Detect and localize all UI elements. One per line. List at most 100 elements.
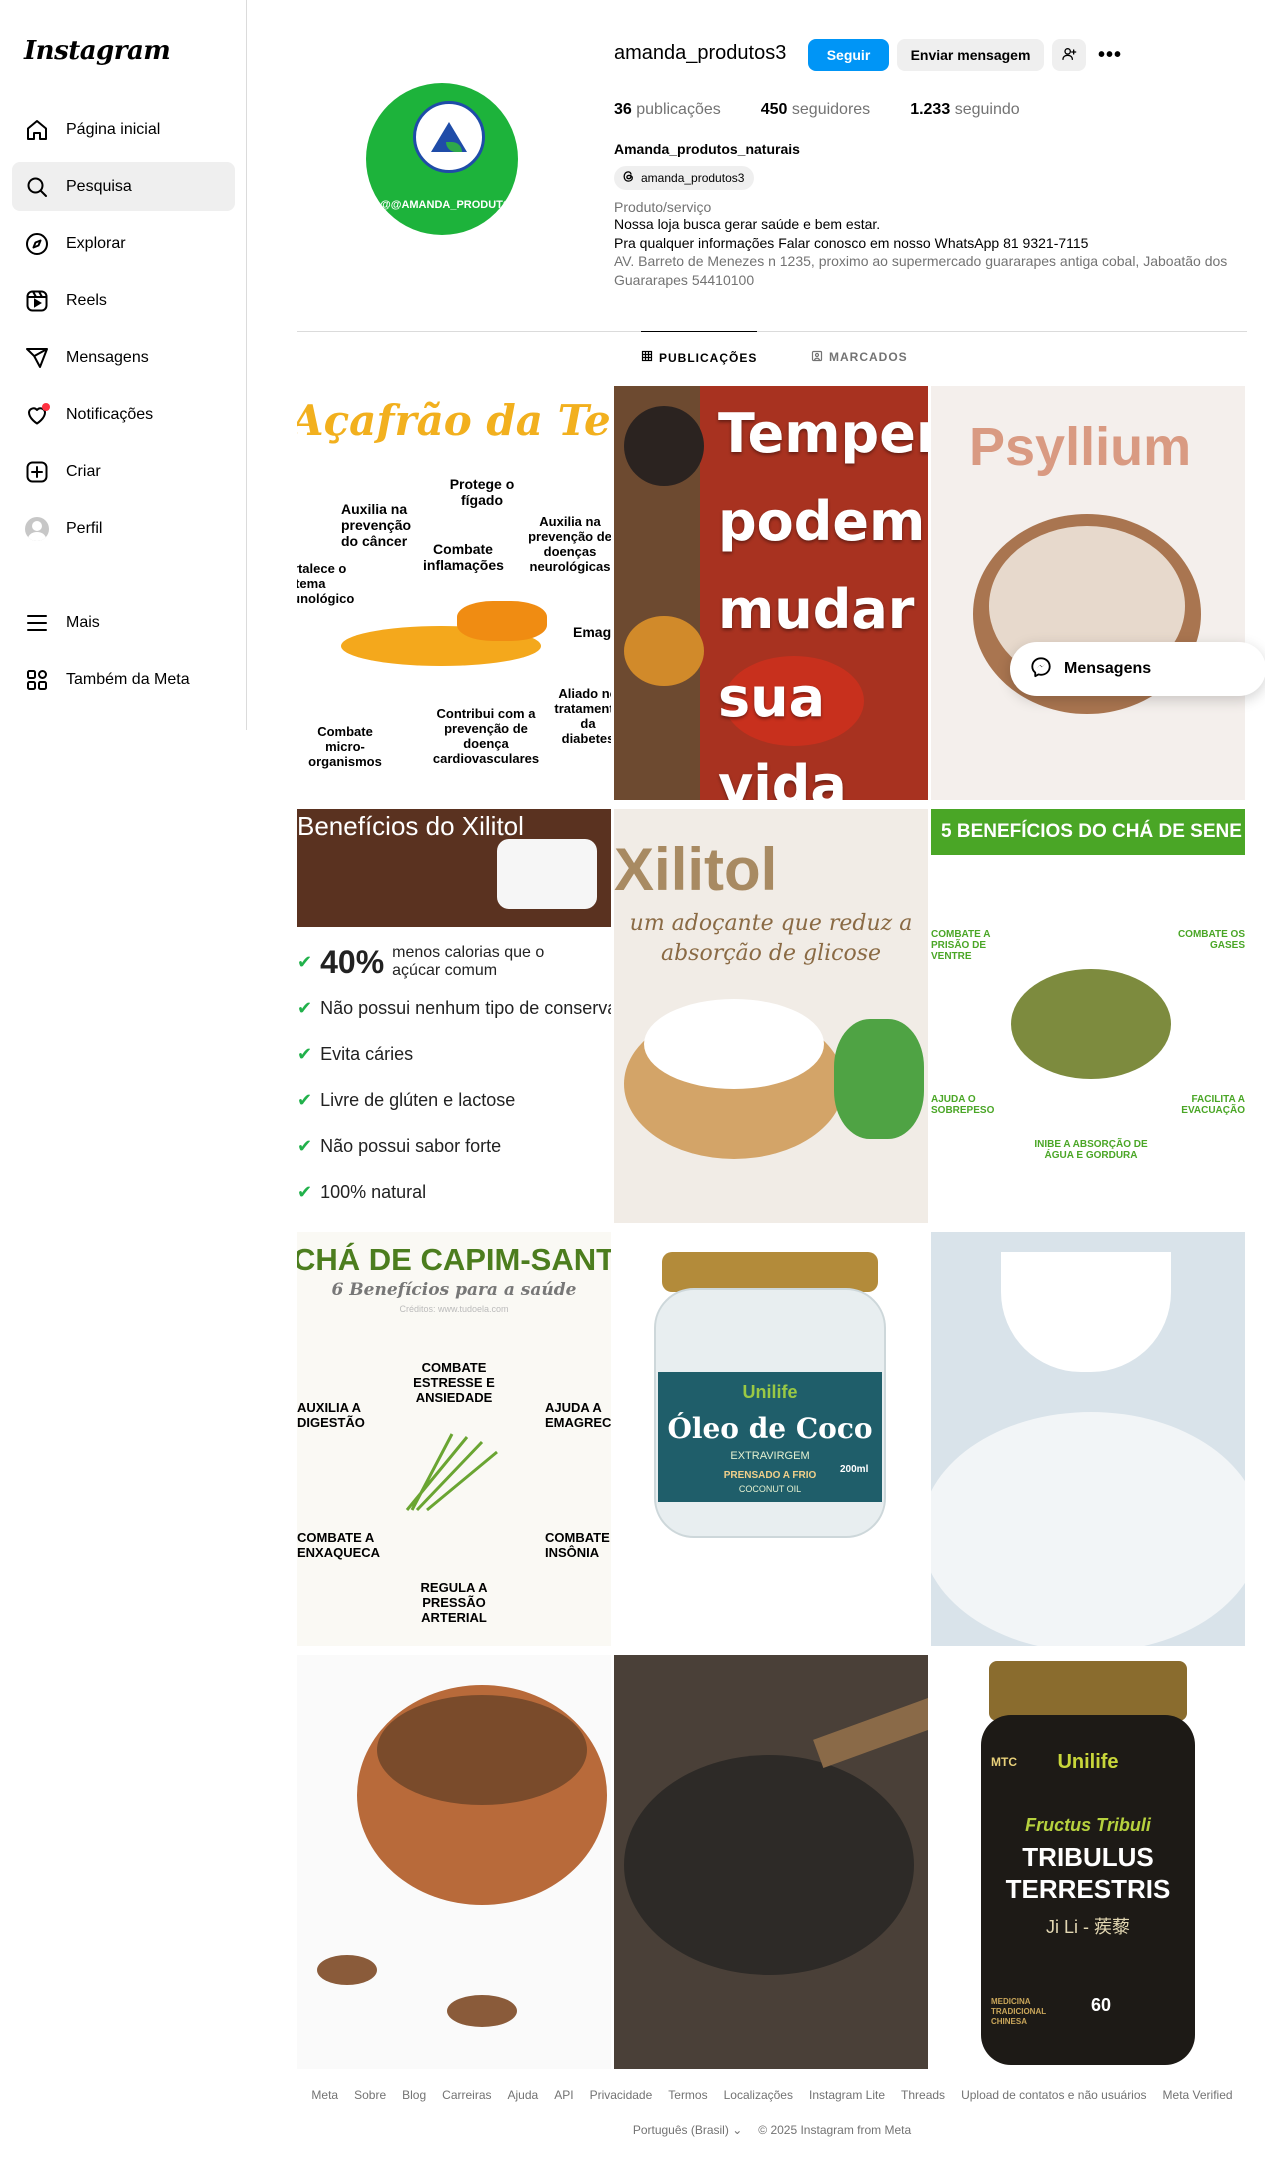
profile-bio-line: Nossa loja busca gerar saúde e bem estar…: [614, 216, 881, 232]
language-selector[interactable]: Português (Brasil) ⌄: [633, 2123, 742, 2137]
post-tile[interactable]: [297, 1655, 611, 2069]
post-title: Benefícios do Xilitol: [297, 811, 524, 841]
footer-link[interactable]: Threads: [901, 2088, 945, 2102]
profile-full-name: Amanda_produtos_naturais: [614, 141, 800, 157]
post-subtitle: 6 Benefícios para a saúde: [331, 1280, 577, 1300]
followers-stat[interactable]: 450 seguidores: [761, 101, 870, 119]
sidebar: Instagram Página inicial Pesquisa Explor…: [0, 0, 247, 730]
chia-seeds: [624, 1755, 914, 1975]
post-title: TRIBULUS TERRESTRIS: [1005, 1842, 1171, 1904]
sidebar-item-profile[interactable]: Perfil: [12, 504, 235, 553]
profile-address[interactable]: AV. Barreto de Menezes n 1235, proximo a…: [614, 252, 1234, 290]
post-tile[interactable]: [931, 1232, 1245, 1646]
footer-link[interactable]: Blog: [402, 2088, 426, 2102]
grid-icon: [641, 350, 653, 365]
sidebar-item-label: Mais: [66, 613, 100, 631]
tab-posts[interactable]: PUBLICAÇÕES: [641, 331, 758, 383]
footer-link[interactable]: API: [554, 2088, 573, 2102]
post-tile[interactable]: 5 BENEFÍCIOS DO CHÁ DE SENE COMBATE A PR…: [931, 809, 1245, 1223]
sidebar-item-search[interactable]: Pesquisa: [12, 162, 235, 211]
profile-bio-line: Pra qualquer informações Falar conosco e…: [614, 235, 1089, 251]
suggest-user-button[interactable]: [1052, 39, 1086, 71]
tab-tagged[interactable]: MARCADOS: [811, 331, 908, 383]
mint-leaves: [834, 1019, 924, 1139]
sidebar-item-home[interactable]: Página inicial: [12, 105, 235, 154]
post-tile[interactable]: Açafrão da Terra Auxilia na prevenção do…: [297, 386, 611, 800]
post-title: Psyllium: [969, 417, 1192, 477]
powder-pile: [931, 1412, 1245, 1646]
post-title: Xilitol: [614, 836, 778, 903]
footer-link[interactable]: Privacidade: [590, 2088, 653, 2102]
footer-link[interactable]: Meta Verified: [1163, 2088, 1233, 2102]
chevron-down-icon: ⌄: [732, 2123, 743, 2137]
footer-link[interactable]: Instagram Lite: [809, 2088, 885, 2102]
footer-link[interactable]: Carreiras: [442, 2088, 491, 2102]
sidebar-nav: Página inicial Pesquisa Explorar Reels M…: [12, 105, 235, 561]
sidebar-item-reels[interactable]: Reels: [12, 276, 235, 325]
profile-avatar[interactable]: @@AMANDA_PRODUTOS3: [366, 83, 518, 235]
sidebar-item-label: Notificações: [66, 405, 154, 423]
profile-category: Produto/serviço: [614, 199, 712, 215]
footer-links: Meta Sobre Blog Carreiras Ajuda API Priv…: [297, 2088, 1247, 2102]
sidebar-item-label: Também da Meta: [66, 670, 190, 688]
post-tile[interactable]: Xilitol um adoçante que reduz a absorção…: [614, 809, 928, 1223]
senna-leaves: [1011, 969, 1171, 1079]
plus-square-icon: [24, 459, 50, 485]
post-title: Temperos podem mudar sua vida para: [718, 402, 928, 800]
instagram-logo[interactable]: Instagram: [24, 36, 171, 66]
meta-apps-icon: [24, 667, 50, 693]
messages-floating-button[interactable]: Mensagens: [1010, 642, 1265, 696]
jar-lid: [662, 1252, 878, 1292]
brazil-nut: [317, 1955, 377, 1985]
footer-link[interactable]: Localizações: [724, 2088, 793, 2102]
post-tile[interactable]: MTC Unilife Fructus Tribuli TRIBULUS TER…: [931, 1655, 1245, 2069]
wooden-spoon: [813, 1691, 928, 1769]
sidebar-item-also-from-meta[interactable]: Também da Meta: [12, 655, 235, 704]
pepper-spoon: [624, 406, 704, 486]
threads-handle: amanda_produtos3: [641, 171, 745, 185]
sidebar-item-messages[interactable]: Mensagens: [12, 333, 235, 382]
benefits-list: ✔ 40% menos calorias que o açúcar comum ✔ N…: [297, 944, 611, 1202]
post-tile[interactable]: CHÁ DE CAPIM-SANTO 6 Benefícios para a s…: [297, 1232, 611, 1646]
brand-logo: [413, 101, 485, 173]
more-options-button[interactable]: •••: [1094, 39, 1126, 71]
sidebar-bottom: Mais Também da Meta: [12, 598, 235, 712]
home-icon: [24, 117, 50, 143]
post-title: Açafrão da Terra: [297, 396, 611, 445]
lemongrass-illustration: [397, 1432, 507, 1512]
footer-link[interactable]: Meta: [311, 2088, 338, 2102]
compass-icon: [24, 231, 50, 257]
send-icon: [24, 345, 50, 371]
xylitol-bowl: [497, 839, 597, 909]
footer-link[interactable]: Upload de contatos e não usuários: [961, 2088, 1146, 2102]
post-subtitle: um adoçante que reduz a absorção de glic…: [629, 911, 913, 966]
sidebar-item-explore[interactable]: Explorar: [12, 219, 235, 268]
footer-link[interactable]: Sobre: [354, 2088, 386, 2102]
post-tile[interactable]: Temperos podem mudar sua vida para: [614, 386, 928, 800]
footer-bottom: Português (Brasil) ⌄ © 2025 Instagram fr…: [297, 2123, 1247, 2137]
sidebar-item-label: Reels: [66, 291, 107, 309]
sidebar-item-label: Pesquisa: [66, 177, 132, 195]
sidebar-item-more[interactable]: Mais: [12, 598, 235, 647]
curry-bowl: [624, 616, 704, 686]
sidebar-item-label: Mensagens: [66, 348, 149, 366]
profile-stats: 36 publicações 450 seguidores 1.233 segu…: [614, 101, 1020, 119]
post-tile[interactable]: Benefícios do Xilitol ✔ 40% menos calorias…: [297, 809, 611, 1223]
post-title: 5 BENEFÍCIOS DO CHÁ DE SENE: [941, 821, 1242, 842]
sidebar-item-label: Página inicial: [66, 120, 161, 138]
post-tile[interactable]: [614, 1655, 928, 2069]
threads-link[interactable]: amanda_produtos3: [614, 166, 755, 190]
post-tile[interactable]: Unilife Óleo de Coco EXTRAVIRGEM PRENSAD…: [614, 1232, 928, 1646]
messages-label: Mensagens: [1064, 660, 1152, 677]
menu-icon: [24, 610, 50, 636]
reels-icon: [24, 288, 50, 314]
post-tile[interactable]: Psyllium: [931, 386, 1245, 800]
follow-button[interactable]: Seguir: [808, 39, 889, 71]
add-user-icon: [1061, 46, 1077, 65]
footer-link[interactable]: Termos: [668, 2088, 707, 2102]
send-message-button[interactable]: Enviar mensagem: [897, 39, 1044, 71]
footer-link[interactable]: Ajuda: [508, 2088, 539, 2102]
following-stat[interactable]: 1.233 seguindo: [910, 101, 1019, 119]
sidebar-item-notifications[interactable]: Notificações: [12, 390, 235, 439]
sidebar-item-create[interactable]: Criar: [12, 447, 235, 496]
